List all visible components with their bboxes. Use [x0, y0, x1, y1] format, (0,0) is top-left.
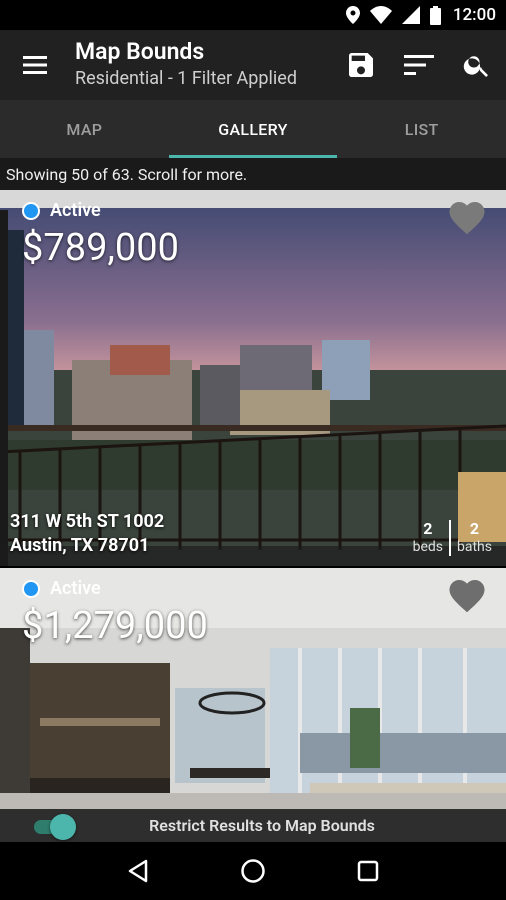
favorite-button[interactable] [446, 196, 488, 240]
save-button[interactable] [332, 30, 390, 100]
results-count: Showing 50 of 63. Scroll for more. [0, 158, 506, 190]
page-subtitle: Residential - 1 Filter Applied [75, 68, 297, 89]
address-line2: Austin, TX 78701 [10, 535, 150, 556]
listing-price: $1,279,000 [22, 604, 208, 648]
status-dot-icon [22, 201, 40, 220]
tab-map[interactable]: MAP [0, 100, 169, 158]
baths-label: baths [457, 539, 492, 555]
home-button[interactable] [228, 846, 278, 896]
search-button[interactable] [448, 30, 506, 100]
view-tabs: MAP GALLERY LIST [0, 100, 506, 158]
status-bar: 12:00 [0, 0, 506, 30]
listing-stats: 2 beds 2 baths [407, 520, 498, 556]
home-icon [241, 859, 265, 883]
listing-status: Active [22, 578, 101, 599]
tab-list[interactable]: LIST [337, 100, 506, 158]
status-dot-icon [22, 579, 40, 598]
tab-gallery[interactable]: GALLERY [168, 100, 338, 158]
listing-card[interactable]: Active $1,279,000 [0, 568, 506, 809]
search-icon [463, 56, 488, 77]
baths-count: 2 [469, 519, 480, 538]
clock: 12:00 [452, 5, 496, 25]
menu-button[interactable] [0, 30, 70, 100]
restrict-toggle[interactable] [34, 813, 76, 840]
favorite-button[interactable] [446, 574, 488, 618]
save-icon [349, 53, 373, 77]
battery-icon [429, 5, 441, 25]
beds-stat: 2 beds [407, 520, 449, 556]
restrict-bar: Restrict Results to Map Bounds [0, 809, 506, 842]
heart-icon [449, 580, 485, 613]
sort-button[interactable] [390, 30, 448, 100]
listing-price: $789,000 [22, 226, 179, 270]
status-label: Active [50, 200, 101, 221]
back-button[interactable] [113, 846, 163, 896]
recents-button[interactable] [343, 846, 393, 896]
location-icon [345, 6, 360, 24]
listing-card[interactable]: Active $789,000 311 W 5th ST 1002 Austin… [0, 190, 506, 566]
restrict-label: Restrict Results to Map Bounds [149, 816, 375, 835]
recents-icon [358, 860, 379, 882]
beds-count: 2 [423, 519, 433, 538]
toggle-thumb [50, 813, 76, 840]
beds-label: beds [412, 539, 443, 555]
address-line1: 311 W 5th ST 1002 [10, 511, 165, 532]
listing-status: Active [22, 200, 101, 221]
sort-icon [404, 55, 434, 75]
wifi-icon [369, 6, 392, 24]
page-title: Map Bounds [75, 38, 205, 65]
status-label: Active [50, 578, 101, 599]
listing-address: 311 W 5th ST 1002 Austin, TX 78701 [10, 510, 164, 558]
title-block: Map Bounds Residential - 1 Filter Applie… [70, 38, 332, 92]
baths-stat: 2 baths [449, 520, 498, 556]
signal-icon [401, 6, 420, 24]
back-icon [128, 859, 147, 883]
app-bar: Map Bounds Residential - 1 Filter Applie… [0, 30, 506, 100]
system-nav-bar [0, 842, 506, 900]
menu-icon [23, 56, 47, 74]
heart-icon [449, 202, 485, 235]
